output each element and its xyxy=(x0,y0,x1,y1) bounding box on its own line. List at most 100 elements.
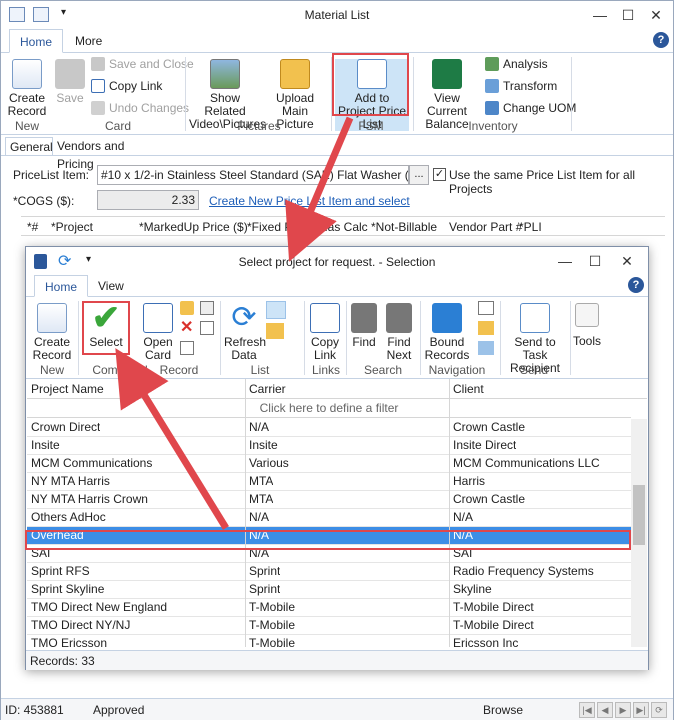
maximize-button[interactable]: ☐ xyxy=(617,5,639,25)
pricelist-item-field[interactable]: #10 x 1/2-in Stainless Steel Standard (S… xyxy=(97,165,409,185)
copy-link-button[interactable]: Copy Link xyxy=(91,79,162,93)
save-close-icon xyxy=(91,57,105,71)
table-cell: Various xyxy=(249,456,289,470)
copy-link-button[interactable]: Copy Link xyxy=(308,303,342,362)
table-cell: Sprint Skyline xyxy=(31,582,105,596)
change-uom-button[interactable]: Change UOM xyxy=(485,101,576,115)
table-cell: NY MTA Harris xyxy=(31,474,110,488)
open-card-button[interactable]: Open Card xyxy=(140,303,176,362)
new-record-icon xyxy=(12,59,42,89)
dialog-maximize-button[interactable]: ☐ xyxy=(584,251,606,271)
refresh-data-button[interactable]: ⟳ Refresh Data xyxy=(224,301,266,362)
previous-record-icon[interactable]: ◀ xyxy=(597,702,613,718)
table-cell: Sprint xyxy=(249,582,281,596)
group-label-new: New xyxy=(39,363,64,377)
analysis-button[interactable]: Analysis xyxy=(485,57,548,71)
table-row[interactable]: Crown Direct N/A Crown Castle xyxy=(27,419,631,437)
find-button[interactable]: Find xyxy=(350,303,378,349)
vertical-scrollbar[interactable] xyxy=(631,419,647,647)
project-grid: Project Name Carrier Client Click here t… xyxy=(27,379,647,653)
help-icon[interactable]: ? xyxy=(653,32,669,48)
column-header-project-name[interactable]: Project Name xyxy=(31,382,104,396)
related-icon[interactable] xyxy=(478,301,494,315)
group-label-search: Search xyxy=(363,363,403,377)
save-button[interactable]: Save xyxy=(53,59,87,105)
table-row[interactable]: MCM Communications Various MCM Communicati… xyxy=(27,455,631,473)
tab-more[interactable]: More xyxy=(65,29,112,53)
group-label-fsm: FSM xyxy=(358,119,384,133)
column-header[interactable]: *Project xyxy=(51,220,93,234)
undo-icon xyxy=(91,101,105,115)
next-record-icon[interactable]: ▶ xyxy=(615,702,631,718)
group-label-new: New xyxy=(14,119,39,133)
column-header[interactable]: *PLI xyxy=(519,220,542,234)
tab-home[interactable]: Home xyxy=(34,275,89,297)
save-and-close-button[interactable]: Save and Close xyxy=(91,57,194,71)
tab-vendors-and-pricing[interactable]: Vendors and Pricing xyxy=(53,137,157,171)
first-record-icon[interactable]: |◀ xyxy=(579,702,595,718)
delete-icon[interactable]: ✕ xyxy=(180,320,193,336)
tab-view[interactable]: View xyxy=(88,275,134,297)
bound-records-button[interactable]: Bound Records xyxy=(424,303,470,362)
table-row[interactable]: NY MTA Harris MTA Harris xyxy=(27,473,631,491)
folder-icon[interactable] xyxy=(478,321,494,335)
table-cell: MCM Communications LLC xyxy=(453,456,600,470)
close-button[interactable]: ✕ xyxy=(645,5,667,25)
table-cell: N/A xyxy=(249,510,270,524)
column-header[interactable]: Has Calc xyxy=(319,220,368,234)
create-price-list-item-link[interactable]: Create New Price List Item and select xyxy=(209,194,410,208)
new-item-icon[interactable] xyxy=(180,301,194,315)
cogs-field[interactable]: 2.33 xyxy=(97,190,199,210)
group-filter-icon[interactable] xyxy=(266,323,284,339)
table-row[interactable]: Sprint Skyline Sprint Skyline xyxy=(27,581,631,599)
column-header[interactable]: *MarkedUp Price ($) xyxy=(139,220,248,234)
dialog-close-button[interactable]: ✕ xyxy=(616,251,638,271)
table-cell: MTA xyxy=(249,492,274,506)
column-header[interactable]: *# xyxy=(27,220,38,234)
filter-row[interactable]: Click here to define a filter xyxy=(27,399,631,418)
same-item-label: Use the same Price List Item for all Pro… xyxy=(449,168,636,196)
table-row[interactable]: NY MTA Harris Crown MTA Crown Castle xyxy=(27,491,631,509)
table-cell: T-Mobile Direct xyxy=(453,600,534,614)
create-record-button[interactable]: Create Record xyxy=(5,59,49,118)
pricelist-lookup-button[interactable]: ... xyxy=(409,165,429,185)
same-item-checkbox[interactable]: ✓ xyxy=(433,168,446,181)
dialog-minimize-button[interactable]: — xyxy=(554,251,576,271)
last-record-icon[interactable]: ▶| xyxy=(633,702,649,718)
filter-icon[interactable] xyxy=(266,301,286,319)
table-cell: Sprint xyxy=(249,564,281,578)
help-icon[interactable]: ? xyxy=(628,277,644,293)
refresh-record-icon[interactable]: ⟳ xyxy=(651,702,667,718)
column-header[interactable]: *Not-Billable xyxy=(371,220,437,234)
column-header[interactable]: Vendor Part # xyxy=(449,220,522,234)
table-cell: MTA xyxy=(249,474,274,488)
tab-general[interactable]: General xyxy=(5,137,53,155)
table-row[interactable]: TMO Direct New England T-Mobile T-Mobile D… xyxy=(27,599,631,617)
tab-home[interactable]: Home xyxy=(9,29,64,53)
send-icon xyxy=(520,303,550,333)
table-row[interactable]: Sprint RFS Sprint Radio Frequency Systems xyxy=(27,563,631,581)
column-header[interactable]: *Fixed Price xyxy=(247,220,312,234)
group-label-inventory: Inventory xyxy=(468,119,518,133)
transform-button[interactable]: Transform xyxy=(485,79,557,93)
tools-button[interactable]: Tools xyxy=(572,303,602,348)
record-state: Approved xyxy=(93,703,145,717)
create-record-button[interactable]: Create Record xyxy=(30,303,74,362)
group-label-navigation: Navigation xyxy=(428,363,486,377)
copy-record-icon[interactable] xyxy=(180,341,194,355)
undo-changes-button[interactable]: Undo Changes xyxy=(91,101,189,115)
hierarchy-icon[interactable] xyxy=(200,301,214,315)
minimize-button[interactable]: — xyxy=(589,5,611,25)
duplicate-icon[interactable] xyxy=(200,321,214,335)
column-header-carrier[interactable]: Carrier xyxy=(249,382,286,396)
table-row[interactable]: Insite Insite Insite Direct xyxy=(27,437,631,455)
table-row[interactable]: Others AdHoc N/A N/A xyxy=(27,509,631,527)
refresh-icon: ⟳ xyxy=(231,301,257,334)
table-cell: Insite xyxy=(249,438,278,452)
scrollbar-thumb[interactable] xyxy=(633,485,645,545)
group-label-list: List xyxy=(250,363,270,377)
table-row[interactable]: TMO Direct NY/NJ T-Mobile T-Mobile Direct xyxy=(27,617,631,635)
column-header-client[interactable]: Client xyxy=(453,382,484,396)
find-next-button[interactable]: Find Next xyxy=(382,303,416,362)
gallery-icon[interactable] xyxy=(478,341,494,355)
